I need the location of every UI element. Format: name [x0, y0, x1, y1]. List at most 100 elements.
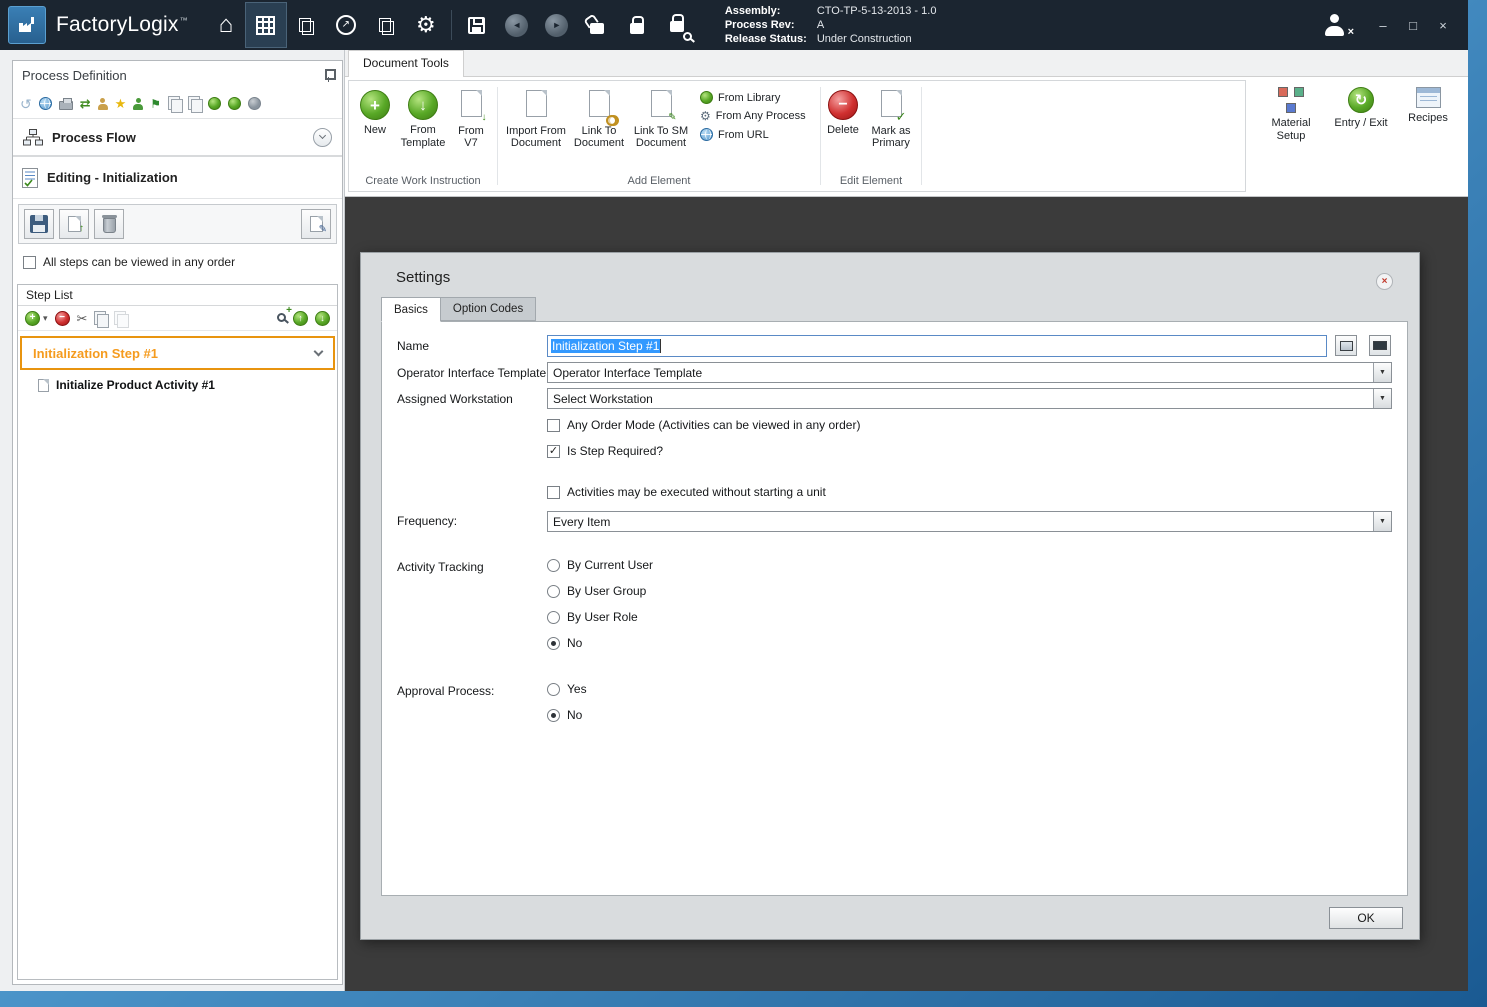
- link-to-document-button[interactable]: Link To Document: [570, 88, 628, 152]
- from-v7-button[interactable]: ↓ From V7: [451, 88, 491, 152]
- record-icon[interactable]: [228, 97, 241, 110]
- import-from-document-button[interactable]: Import From Document: [504, 88, 568, 152]
- tracking-no-row[interactable]: No: [547, 636, 582, 650]
- step-item-selected[interactable]: Initialization Step #1: [20, 336, 335, 370]
- frequency-combobox[interactable]: Every Item ▼: [547, 511, 1392, 532]
- move-up-button[interactable]: ↑: [293, 311, 308, 326]
- tracking-no-radio[interactable]: [547, 637, 560, 650]
- material-setup-button[interactable]: Material Setup: [1263, 85, 1319, 144]
- audit-search-button[interactable]: [657, 3, 697, 47]
- workstation-combobox[interactable]: Select Workstation ▼: [547, 388, 1392, 409]
- delete-element-button[interactable]: − Delete: [824, 88, 862, 139]
- tab-basics[interactable]: Basics: [381, 297, 441, 322]
- user-logout-icon[interactable]: ×: [1324, 14, 1348, 36]
- any-order-mode-row[interactable]: ✓ Any Order Mode (Activities can be view…: [547, 418, 860, 432]
- forward-button[interactable]: ►: [537, 3, 577, 47]
- name-select-button[interactable]: [1335, 335, 1357, 356]
- pin-icon[interactable]: [324, 69, 333, 82]
- dropdown-arrow-icon[interactable]: ▼: [1373, 389, 1391, 408]
- ok-button[interactable]: OK: [1329, 907, 1403, 929]
- tracking-by-user-group-row[interactable]: By User Group: [547, 584, 646, 598]
- edit-notes-button[interactable]: ✎: [301, 209, 331, 239]
- process-definition-panel: Process Definition ↺ ⇄ ★ ⚑: [12, 60, 343, 985]
- new-button[interactable]: + New: [355, 88, 395, 139]
- export-docs-icon[interactable]: [188, 96, 201, 111]
- link-to-sm-document-button[interactable]: ✎ Link To SM Document: [630, 88, 692, 152]
- user-tan-icon[interactable]: [98, 98, 108, 110]
- documents-icon: [379, 18, 392, 33]
- maximize-button[interactable]: □: [1406, 18, 1420, 33]
- settings-gear-button[interactable]: ⚙: [406, 3, 446, 47]
- by-user-group-radio[interactable]: [547, 585, 560, 598]
- entry-exit-button[interactable]: ↻ Entry / Exit: [1333, 85, 1389, 144]
- from-url-button[interactable]: From URL: [700, 128, 814, 141]
- from-library-button[interactable]: From Library: [700, 91, 814, 104]
- step-expander-icon[interactable]: [314, 347, 324, 357]
- lock-button[interactable]: [617, 3, 657, 47]
- tracking-by-current-user-row[interactable]: By Current User: [547, 558, 653, 572]
- tab-option-codes[interactable]: Option Codes: [441, 297, 536, 321]
- save-button[interactable]: [457, 3, 497, 47]
- swap-icon[interactable]: ⇄: [80, 97, 91, 110]
- star-icon[interactable]: ★: [115, 97, 127, 110]
- save-step-button[interactable]: [24, 209, 54, 239]
- tracking-by-user-role-row[interactable]: By User Role: [547, 610, 638, 624]
- step-required-checkbox[interactable]: ✓: [547, 445, 560, 458]
- mark-primary-icon: ✓: [881, 90, 902, 121]
- from-any-process-button[interactable]: ⚙From Any Process: [700, 110, 814, 122]
- activities-without-unit-checkbox[interactable]: ✓: [547, 486, 560, 499]
- import-step-button[interactable]: ↑: [59, 209, 89, 239]
- home-button[interactable]: ⌂: [206, 3, 246, 47]
- stop-icon[interactable]: [248, 97, 261, 110]
- tab-document-tools[interactable]: Document Tools: [348, 50, 464, 77]
- add-step-button[interactable]: +: [25, 311, 40, 326]
- close-button[interactable]: ×: [1436, 18, 1450, 33]
- any-order-checkbox[interactable]: ✓: [23, 256, 36, 269]
- documents-button[interactable]: [366, 3, 406, 47]
- dialog-close-button[interactable]: ×: [1376, 273, 1393, 290]
- any-order-row[interactable]: ✓ All steps can be viewed in any order: [13, 246, 342, 278]
- recipes-button[interactable]: Recipes: [1403, 85, 1453, 144]
- play-icon[interactable]: [208, 97, 221, 110]
- dropdown-arrow-icon[interactable]: ▼: [1373, 363, 1391, 382]
- paste-step-icon[interactable]: [114, 311, 127, 326]
- history-icon[interactable]: ↺: [20, 97, 32, 111]
- copy-docs-icon[interactable]: [168, 96, 181, 111]
- unlock-button[interactable]: [577, 3, 617, 47]
- by-user-role-radio[interactable]: [547, 611, 560, 624]
- mark-as-primary-button[interactable]: ✓ Mark as Primary: [864, 88, 918, 152]
- delete-step-button[interactable]: [94, 209, 124, 239]
- minimize-button[interactable]: –: [1376, 18, 1390, 33]
- activities-without-unit-row[interactable]: ✓ Activities may be executed without sta…: [547, 485, 826, 499]
- approval-yes-row[interactable]: Yes: [547, 682, 587, 696]
- process-flow-row[interactable]: Process Flow: [13, 119, 342, 157]
- approval-yes-radio[interactable]: [547, 683, 560, 696]
- globe-icon[interactable]: [39, 97, 52, 110]
- remove-step-button[interactable]: −: [55, 311, 70, 326]
- name-keyboard-button[interactable]: [1369, 335, 1391, 356]
- any-order-mode-checkbox[interactable]: ✓: [547, 419, 560, 432]
- approval-no-radio[interactable]: [547, 709, 560, 722]
- collapse-button[interactable]: [313, 128, 332, 147]
- dropdown-arrow-icon[interactable]: ▼: [1373, 512, 1391, 531]
- approval-no-row[interactable]: No: [547, 708, 582, 722]
- zoom-button[interactable]: +: [277, 311, 286, 325]
- move-down-button[interactable]: ↓: [315, 311, 330, 326]
- navigate-button[interactable]: ↗: [326, 3, 366, 47]
- by-current-user-radio[interactable]: [547, 559, 560, 572]
- step-required-row[interactable]: ✓ Is Step Required?: [547, 444, 663, 458]
- name-input[interactable]: Initialization Step #1: [547, 335, 1327, 357]
- activity-item[interactable]: Initialize Product Activity #1: [18, 372, 337, 396]
- operator-interface-combobox[interactable]: Operator Interface Template ▼: [547, 362, 1392, 383]
- copy-step-icon[interactable]: [94, 311, 107, 326]
- user-green-icon[interactable]: [133, 98, 143, 110]
- from-template-button[interactable]: ↓ From Template: [397, 88, 449, 151]
- flag-icon[interactable]: ⚑: [150, 98, 161, 110]
- back-button[interactable]: ◄: [497, 3, 537, 47]
- add-step-caret-icon[interactable]: ▾: [43, 314, 48, 323]
- cut-icon[interactable]: ✂: [77, 312, 88, 325]
- process-rev-value: A: [817, 18, 824, 32]
- process-layers-button[interactable]: [286, 3, 326, 47]
- print-icon[interactable]: [59, 101, 73, 110]
- work-instructions-button[interactable]: [246, 3, 286, 47]
